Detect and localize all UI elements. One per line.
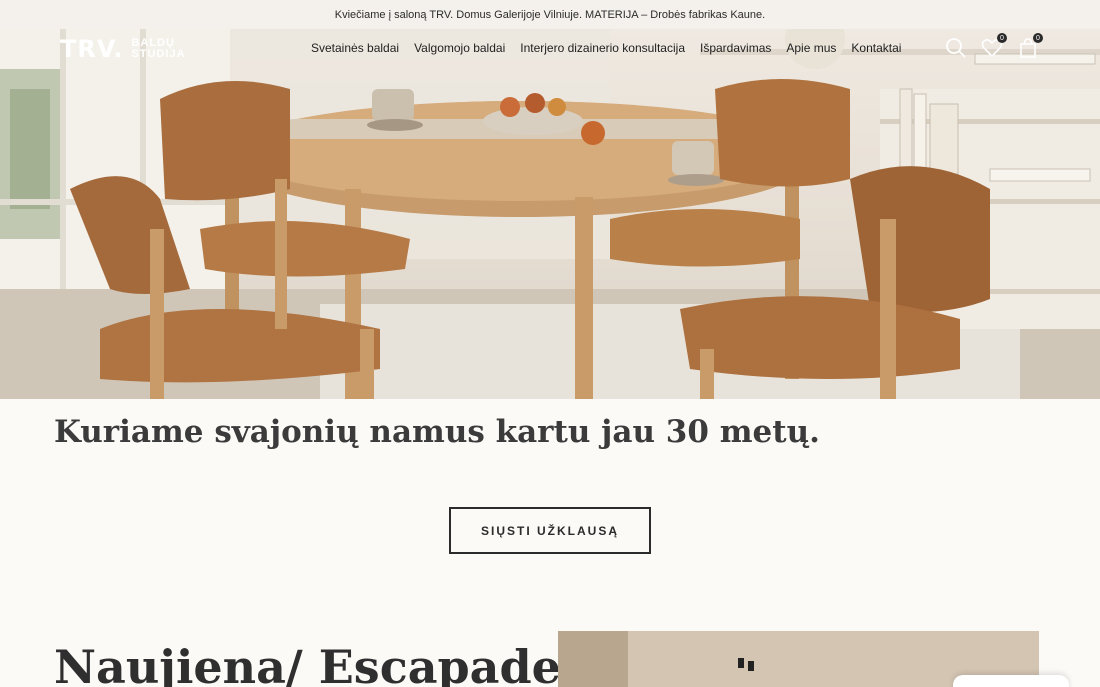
page-headline: Kuriame svajonių namus kartu jau 30 metų…: [54, 414, 820, 450]
main-nav: Svetainės baldai Valgomojo baldai Interj…: [311, 41, 916, 55]
search-icon[interactable]: [945, 37, 967, 59]
logo-wordmark: TRV.: [60, 35, 124, 63]
nav-item-svetaines-baldai[interactable]: Svetainės baldai: [311, 41, 399, 55]
nav-item-interjero-konsultacija[interactable]: Interjero dizainerio konsultacija: [520, 41, 685, 55]
dining-room-illustration: [0, 29, 1100, 399]
hero-image: [0, 29, 1100, 399]
nav-item-valgomojo-baldai[interactable]: Valgomojo baldai: [414, 41, 505, 55]
cart-count-badge: 0: [1033, 33, 1043, 43]
site-header: TRV. BALDŲ STUDIJA Svetainės baldai Valg…: [0, 29, 1100, 67]
shopping-bag-icon[interactable]: 0: [1017, 33, 1043, 59]
chat-widget[interactable]: [953, 675, 1069, 687]
logo-subtitle-line2: STUDIJA: [131, 48, 186, 60]
header-icons: 0 0: [945, 33, 1043, 59]
nav-item-kontaktai[interactable]: Kontaktai: [851, 41, 901, 55]
news-section-title: Naujiena/ Escapade: [54, 640, 561, 687]
logo-subtitle: BALDŲ STUDIJA: [131, 38, 185, 60]
send-inquiry-button[interactable]: SIŲSTI UŽKLAUSĄ: [449, 507, 651, 554]
nav-item-ispardavimas[interactable]: Išpardavimas: [700, 41, 771, 55]
announcement-bar: Kviečiame į saloną TRV. Domus Galerijoje…: [0, 0, 1100, 29]
heart-icon[interactable]: 0: [981, 33, 1007, 59]
announcement-text: Kviečiame į saloną TRV. Domus Galerijoje…: [334, 8, 766, 21]
logo[interactable]: TRV. BALDŲ STUDIJA: [60, 35, 186, 63]
wishlist-count-badge: 0: [997, 33, 1007, 43]
nav-item-apie-mus[interactable]: Apie mus: [786, 41, 836, 55]
